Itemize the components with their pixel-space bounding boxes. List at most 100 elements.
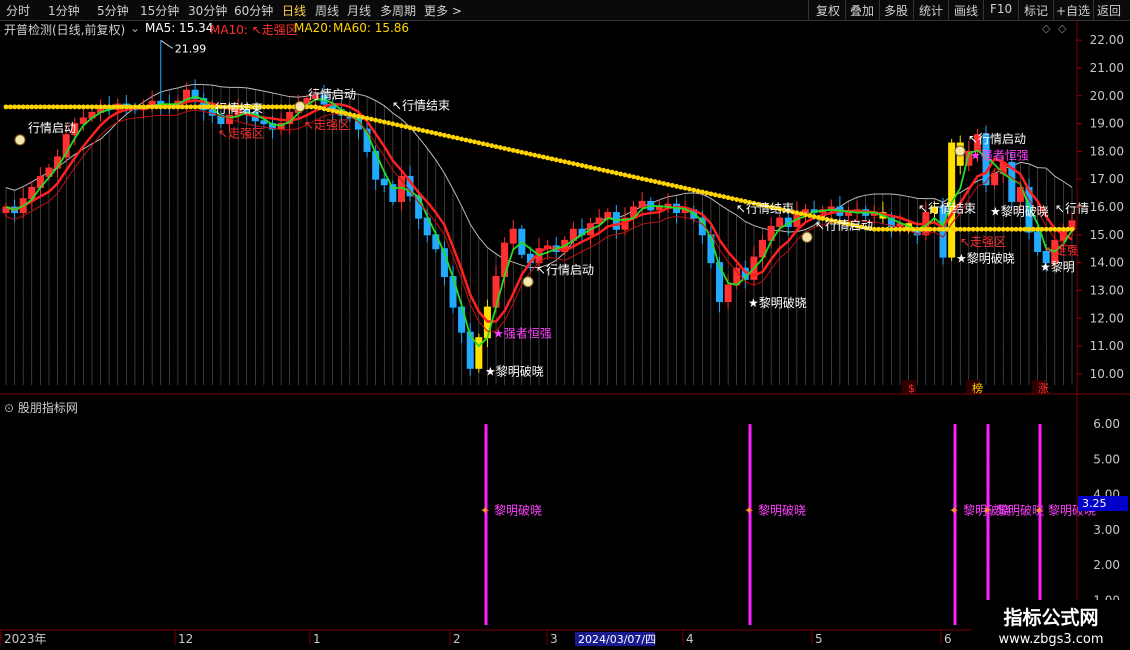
ma60-dot — [497, 145, 503, 150]
ma60-dot — [102, 104, 108, 110]
ma60-dot — [957, 226, 963, 232]
ma60-dot — [613, 170, 619, 176]
y-tick-label: 13.00 — [1090, 283, 1124, 297]
collapse-icon[interactable]: ⊙ — [4, 401, 14, 415]
candle — [97, 99, 105, 122]
money-bag-icon — [294, 101, 306, 113]
ma60-dot — [536, 153, 542, 159]
ma60-dot — [55, 104, 60, 110]
ma60-dot — [605, 168, 611, 174]
ma60-dot — [192, 104, 198, 110]
x-tick-label: 1 — [313, 632, 321, 646]
signal-annotation: ↖行情结束 — [392, 99, 450, 113]
x-tick-label: 12 — [178, 632, 193, 646]
ma60-dot — [523, 150, 529, 156]
candle — [114, 98, 122, 121]
signal-annotation: ↖走强 — [1045, 243, 1079, 257]
candle — [759, 234, 767, 268]
candle-body — [844, 212, 852, 216]
ma60-dot — [424, 129, 430, 134]
ma60-dot — [798, 211, 804, 217]
ma60-dot — [111, 104, 116, 110]
ma60-dot — [330, 108, 336, 114]
ma60-dot — [351, 112, 357, 118]
ma60-dot — [373, 117, 379, 123]
ma60-dot — [876, 226, 881, 232]
max-price-label: 21.99 — [175, 42, 207, 55]
annotation-label: ↖行情启动 — [536, 263, 594, 277]
y-tick-label: 6.00 — [1093, 417, 1120, 431]
ma60-dot — [1005, 226, 1010, 232]
annotation-label: ↖行情结束 — [918, 202, 976, 216]
signal-annotation: ★黎明破晓 — [485, 363, 544, 378]
ma60-dot — [317, 105, 323, 111]
signal-annotation: ↖行情启动 — [522, 263, 594, 288]
candle-body — [372, 150, 380, 180]
ma60-dot — [282, 104, 288, 110]
ma60-dot — [532, 152, 538, 158]
annotation-label: ↖行情启动 — [815, 218, 873, 232]
ma60-dot — [390, 121, 396, 127]
ma60-dot — [570, 161, 576, 167]
signal-annotation: ↖行情结束 — [736, 202, 794, 216]
ma60-dot — [562, 159, 568, 165]
annotation-label: ★黎明破晓 — [956, 251, 1015, 266]
annotation-label: ★黎明 — [1040, 260, 1075, 274]
annotation-label: ↖行情启动 — [968, 132, 1026, 146]
ma60-dot — [566, 160, 572, 166]
ma60-dot — [188, 104, 194, 110]
annotation-label: ↖走强区 — [218, 126, 264, 140]
ma60-dot — [1069, 226, 1075, 232]
money-bag-icon — [801, 231, 813, 243]
y-tick-label: 3.00 — [1093, 523, 1120, 537]
ma60-dot — [141, 104, 146, 110]
ma60-dot — [730, 196, 735, 202]
ma60-dot — [287, 104, 293, 110]
ma60-dot — [794, 210, 800, 216]
candle-body — [449, 276, 457, 308]
ma60-dot — [583, 164, 589, 169]
butterfly-icon: ✦ — [1034, 503, 1044, 517]
ma60-dot — [472, 139, 477, 145]
ma60-dot — [962, 226, 967, 232]
candle — [673, 198, 681, 224]
ma60-dot — [50, 104, 56, 110]
ma60-dot — [528, 151, 533, 157]
candle — [397, 168, 405, 211]
ma60-dot — [704, 190, 710, 196]
ma60-dot — [46, 104, 52, 110]
ma60-dot — [20, 104, 26, 110]
watermark-logo: 指标公式网 www.zbgs3.com — [972, 600, 1130, 650]
y-tick-label: 14.00 — [1090, 256, 1124, 270]
ma60-dot — [446, 133, 452, 139]
signal-annotation: ★黎明 — [1040, 260, 1075, 274]
ma60-dot — [274, 104, 280, 110]
date-marker: 2024/03/07/四 — [578, 633, 656, 646]
ma60-dot — [433, 130, 439, 136]
ma60-dot — [949, 226, 955, 232]
ma60-dot — [265, 104, 271, 110]
ma60-dot — [558, 158, 563, 164]
ma60-dot — [644, 177, 649, 183]
signal-annotation: ↖走强区 — [218, 126, 264, 140]
ma60-dot — [72, 104, 78, 110]
ma60-dot — [983, 226, 989, 232]
ma60-dot — [553, 157, 559, 163]
annotation-label: ↖走强区 — [960, 235, 1006, 249]
ma60-dot — [803, 212, 808, 218]
ma60-dot — [209, 104, 215, 110]
ma60-dot — [1000, 226, 1006, 232]
ma60-dot — [992, 226, 998, 232]
ma60-dot — [1061, 226, 1066, 232]
signal-label: 黎明破晓 — [494, 502, 542, 517]
ma60-dot — [682, 185, 688, 191]
candle — [655, 199, 663, 219]
x-tick-label: 6 — [944, 632, 952, 646]
butterfly-icon: ✦ — [949, 503, 959, 517]
ma60-dot — [489, 143, 495, 149]
candle-body — [638, 200, 646, 208]
ma60-dot — [575, 162, 581, 167]
annotation-label: ↖走强区 — [304, 118, 350, 132]
money-bag-icon — [954, 145, 966, 157]
ma60-dot — [721, 194, 727, 200]
